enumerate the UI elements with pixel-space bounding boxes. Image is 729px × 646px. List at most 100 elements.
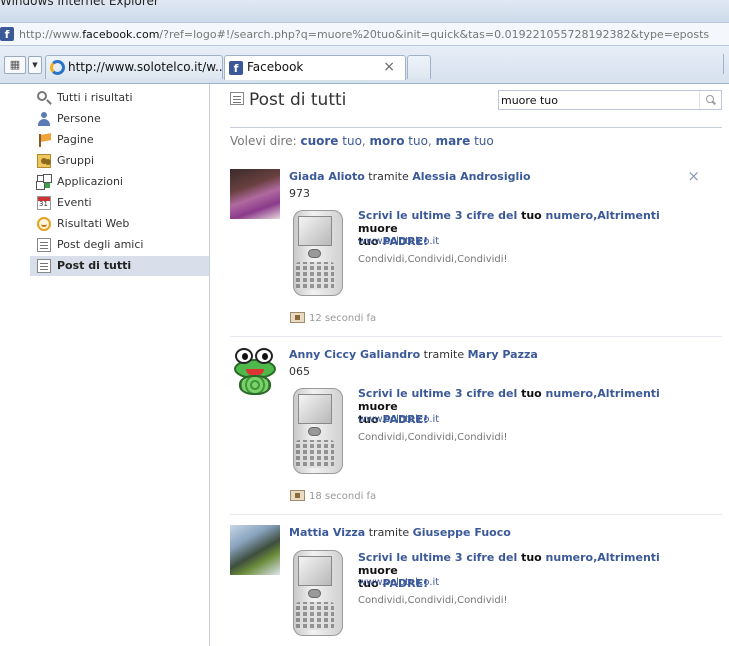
avatar[interactable]: [230, 347, 280, 397]
timestamp-text[interactable]: 18 secondi fa: [309, 491, 376, 502]
link-url[interactable]: www.solotelco.it: [358, 236, 439, 247]
via-author-link[interactable]: Alessia Androsiglio: [412, 170, 530, 183]
tab-list-dropdown[interactable]: ▼: [28, 56, 42, 74]
link-description: Condividi,Condividi,Condividi!: [358, 254, 508, 265]
suggestion-link[interactable]: cuore tuo: [300, 134, 361, 148]
author-link[interactable]: Giada Alioto: [289, 170, 365, 183]
link-title-highlight: muore: [358, 564, 398, 577]
post-item: Anny Ciccy Galiandro tramite Mary Pazza …: [230, 347, 722, 517]
post-message: 065: [289, 365, 310, 378]
window-title: Windows Internet Explorer: [0, 0, 159, 8]
url-prefix: http://www.: [19, 28, 83, 41]
sidebar-item-label: Pagine: [57, 133, 94, 146]
via-text: tramite: [368, 526, 410, 539]
tab-label: Facebook: [247, 60, 304, 74]
post-author-line: Giada Alioto tramite Alessia Androsiglio: [289, 170, 531, 183]
search-input[interactable]: [501, 92, 697, 108]
author-link[interactable]: Anny Ciccy Galiandro: [289, 348, 420, 361]
suggestion-rest: tuo: [470, 134, 494, 148]
link-title-text: numero,Altrimenti: [541, 551, 660, 564]
link-thumbnail[interactable]: [290, 550, 346, 636]
toolbar-edge: [723, 54, 729, 74]
suggestion-bold: cuore: [300, 134, 339, 148]
sidebar-item-label: Eventi: [57, 196, 92, 209]
post-divider: [230, 336, 722, 337]
quick-tabs-button[interactable]: ▦: [4, 56, 26, 74]
link-thumbnail[interactable]: [290, 388, 346, 474]
sidebar-item-label: Post di tutti: [57, 259, 132, 272]
address-url[interactable]: http://www.facebook.com/?ref=logo#!/sear…: [19, 28, 709, 41]
sidebar-item-label: Applicazioni: [57, 175, 123, 188]
close-tab-icon[interactable]: ×: [383, 59, 395, 75]
via-author-link[interactable]: Mary Pazza: [468, 348, 538, 361]
avatar[interactable]: [230, 169, 280, 219]
sidebar-item-persone[interactable]: Persone: [30, 109, 209, 129]
sidebar-item-post-degli-amici[interactable]: Post degli amici: [30, 235, 209, 255]
via-author-link[interactable]: Giuseppe Fuoco: [413, 526, 511, 539]
link-title-text: Scrivi le ultime 3 cifre del: [358, 209, 522, 222]
post-divider: [230, 514, 722, 515]
apps-icon: [37, 175, 51, 189]
sidebar-item-gruppi[interactable]: Gruppi: [30, 151, 209, 171]
tab-solotelco[interactable]: http://www.solotelco.it/w...: [45, 55, 223, 79]
page-title-text: Post di tutti: [249, 90, 347, 110]
suggestion-link[interactable]: mare tuo: [436, 134, 494, 148]
link-title-highlight: muore: [358, 222, 398, 235]
link-title-text: numero,Altrimenti: [541, 387, 660, 400]
sidebar-item-eventi[interactable]: Eventi: [30, 193, 209, 213]
link-share-icon: [290, 490, 305, 501]
flag-icon: [37, 133, 51, 147]
list-icon: [230, 92, 244, 105]
post-timestamp: 12 secondi fa: [290, 310, 376, 324]
timestamp-text[interactable]: 12 secondi fa: [309, 313, 376, 324]
window-titlebar: Windows Internet Explorer: [0, 0, 729, 22]
person-icon: [37, 112, 51, 126]
sidebar-item-post-di-tutti[interactable]: Post di tutti: [30, 256, 209, 276]
tab-label: http://www.solotelco.it/w...: [68, 60, 223, 74]
tab-facebook[interactable]: f Facebook ×: [224, 55, 406, 80]
link-description: Condividi,Condividi,Condividi!: [358, 595, 508, 606]
facebook-icon: f: [229, 61, 243, 75]
sidebar-item-applicazioni[interactable]: Applicazioni: [30, 172, 209, 192]
did-you-mean-label: Volevi dire:: [230, 134, 297, 148]
address-bar[interactable]: f http://www.facebook.com/?ref=logo#!/se…: [0, 22, 729, 46]
link-title-text: Scrivi le ultime 3 cifre del: [358, 387, 522, 400]
sidebar-item-pagine[interactable]: Pagine: [30, 130, 209, 150]
link-title-highlight: tuo: [521, 387, 542, 400]
facebook-icon: f: [0, 27, 14, 41]
search-results: Post di tutti Volevi dire: cuore tuo, mo…: [230, 84, 729, 646]
sidebar-item-tutti-i-risultati[interactable]: Tutti i risultati: [30, 88, 209, 108]
list-icon: [37, 259, 51, 273]
did-you-mean: Volevi dire: cuore tuo, moro tuo, mare t…: [230, 134, 494, 148]
close-icon[interactable]: ×: [687, 167, 700, 185]
author-link[interactable]: Mattia Vizza: [289, 526, 365, 539]
link-url[interactable]: www.solotelco.it: [358, 577, 439, 588]
link-title-highlight: muore: [358, 400, 398, 413]
via-text: tramite: [423, 348, 465, 361]
link-title-text: numero,Altrimenti: [541, 209, 660, 222]
suggestion-link[interactable]: moro tuo: [370, 134, 428, 148]
new-tab-button[interactable]: [407, 55, 431, 79]
avatar[interactable]: [230, 525, 280, 575]
post-timestamp: 18 secondi fa: [290, 488, 376, 502]
post-item: Giada Alioto tramite Alessia Androsiglio…: [230, 167, 722, 339]
post-author-line: Mattia Vizza tramite Giuseppe Fuoco: [289, 526, 511, 539]
phone-image: [290, 210, 346, 296]
suggestion-separator: ,: [427, 134, 436, 148]
link-title-highlight: tuo: [521, 551, 542, 564]
post-item: Mattia Vizza tramite Giuseppe Fuoco Scri…: [230, 525, 722, 646]
search-icon: [37, 91, 47, 101]
link-thumbnail[interactable]: [290, 210, 346, 296]
via-text: tramite: [368, 170, 409, 183]
tab-bar: ▦ ▼ http://www.solotelco.it/w... f Faceb…: [0, 46, 729, 84]
url-rest: /?ref=logo#!/search.php?q=muore%20tuo&in…: [159, 28, 710, 41]
search-filter-sidebar: Tutti i risultati Persone Pagine Gruppi …: [0, 84, 210, 646]
page-title: Post di tutti: [230, 90, 346, 110]
link-url[interactable]: www.solotelco.it: [358, 414, 439, 425]
post-author-line: Anny Ciccy Galiandro tramite Mary Pazza: [289, 348, 538, 361]
sidebar-item-risultati-web[interactable]: Risultati Web: [30, 214, 209, 234]
ie-icon: [50, 60, 65, 75]
search-icon[interactable]: [699, 91, 721, 109]
link-title-highlight: tuo: [521, 209, 542, 222]
url-domain: facebook.com: [82, 28, 160, 41]
